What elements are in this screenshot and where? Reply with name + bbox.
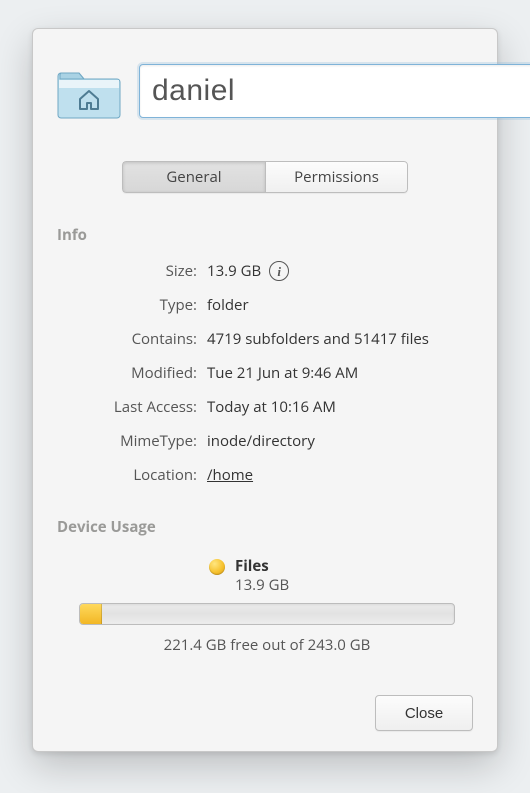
value-size: 13.9 GB i xyxy=(207,261,473,281)
location-link[interactable]: /home xyxy=(207,465,253,485)
value-modified: Tue 21 Jun at 9:46 AM xyxy=(207,363,473,383)
value-contains: 4719 subfolders and 51417 files xyxy=(207,329,473,349)
usage-progress-fill xyxy=(80,604,102,624)
usage-caption: 221.4 GB free out of 243.0 GB xyxy=(79,635,455,655)
info-grid: Size: 13.9 GB i Type: folder Contains: 4… xyxy=(57,261,473,485)
usage-legend: Files 13.9 GB xyxy=(209,557,473,595)
tab-bar: General Permissions xyxy=(57,161,473,193)
legend-text: Files 13.9 GB xyxy=(235,557,289,595)
label-type: Type: xyxy=(57,295,197,315)
label-size: Size: xyxy=(57,261,197,281)
device-usage-heading: Device Usage xyxy=(57,517,473,537)
label-modified: Modified: xyxy=(57,363,197,383)
legend-dot-icon xyxy=(209,559,225,575)
value-size-text: 13.9 GB xyxy=(207,261,261,281)
tab-group: General Permissions xyxy=(122,161,408,193)
legend-value: 13.9 GB xyxy=(235,576,289,595)
info-heading: Info xyxy=(57,225,473,245)
value-last-access: Today at 10:16 AM xyxy=(207,397,473,417)
properties-dialog: General Permissions Info Size: 13.9 GB i… xyxy=(32,28,498,752)
usage-progress-bar xyxy=(79,603,455,625)
dialog-footer: Close xyxy=(57,695,473,731)
label-mimetype: MimeType: xyxy=(57,431,197,451)
label-location: Location: xyxy=(57,465,197,485)
name-input[interactable] xyxy=(139,64,530,118)
value-mimetype: inode/directory xyxy=(207,431,473,451)
tab-general[interactable]: General xyxy=(122,161,265,193)
info-icon[interactable]: i xyxy=(269,261,289,281)
value-location: /home xyxy=(207,465,473,485)
label-last-access: Last Access: xyxy=(57,397,197,417)
header-row xyxy=(57,61,473,121)
label-contains: Contains: xyxy=(57,329,197,349)
folder-home-icon xyxy=(57,61,121,121)
legend-title: Files xyxy=(235,557,289,576)
tab-permissions[interactable]: Permissions xyxy=(265,161,408,193)
device-usage-section: Files 13.9 GB 221.4 GB free out of 243.0… xyxy=(57,557,473,655)
close-button[interactable]: Close xyxy=(375,695,473,731)
value-type: folder xyxy=(207,295,473,315)
